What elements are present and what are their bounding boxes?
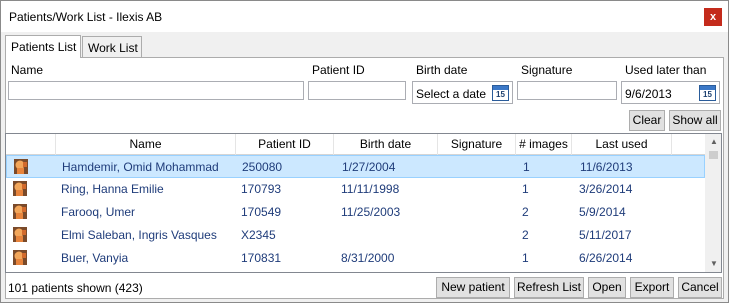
column-header-patient-id[interactable]: Patient ID xyxy=(236,134,334,155)
cell-birth-date: 1/27/2004 xyxy=(342,160,396,174)
calendar-icon[interactable]: 15 xyxy=(492,85,509,101)
window-title: Patients/Work List - Ilexis AB xyxy=(9,10,163,24)
table-header: Name Patient ID Birth date Signature # i… xyxy=(6,134,705,155)
cell-images: 1 xyxy=(522,251,529,265)
show-all-button[interactable]: Show all xyxy=(669,110,721,131)
patient-id-label: Patient ID xyxy=(312,63,365,77)
cell-images: 2 xyxy=(522,228,529,242)
used-later-than-value: 9/6/2013 xyxy=(625,87,672,101)
column-header-signature[interactable]: Signature xyxy=(438,134,516,155)
patient-xray-icon xyxy=(14,159,28,174)
column-header-images[interactable]: # images xyxy=(516,134,572,155)
table-row[interactable]: Hamdemir, Omid Mohammad 250080 1/27/2004 1 1… xyxy=(6,155,705,178)
calendar-icon[interactable]: 15 xyxy=(699,85,716,101)
refresh-list-button[interactable]: Refresh List xyxy=(514,277,584,298)
cell-patient-id: 250080 xyxy=(242,160,283,174)
tab-patients-list[interactable]: Patients List xyxy=(5,35,81,58)
scroll-thumb[interactable] xyxy=(709,151,718,159)
cell-name: Ring, Hanna Emilie xyxy=(61,182,164,196)
calendar-icon-day: 15 xyxy=(496,90,505,99)
patients-count-status: 101 patients shown (423) xyxy=(8,281,143,295)
patient-xray-icon xyxy=(13,227,27,242)
name-input[interactable] xyxy=(8,81,304,100)
cell-last-used: 5/11/2017 xyxy=(579,228,632,242)
cell-images: 1 xyxy=(523,160,530,174)
patient-xray-icon xyxy=(13,181,27,196)
used-later-than-picker[interactable]: 9/6/2013 15 xyxy=(621,81,720,104)
cancel-button[interactable]: Cancel xyxy=(678,277,722,298)
clear-button[interactable]: Clear xyxy=(629,110,665,131)
close-button[interactable]: x xyxy=(704,8,722,26)
patient-id-input[interactable] xyxy=(308,81,406,100)
scroll-down-icon[interactable]: ▼ xyxy=(706,256,721,272)
new-patient-button[interactable]: New patient xyxy=(436,277,510,298)
cell-name: Buer, Vanyia xyxy=(61,251,129,265)
calendar-icon-day: 15 xyxy=(703,90,712,99)
cell-name: Farooq, Umer xyxy=(61,205,136,219)
cell-last-used: 3/26/2014 xyxy=(579,182,633,196)
name-label: Name xyxy=(11,63,44,77)
cell-patient-id: 170831 xyxy=(241,251,282,265)
used-later-than-label: Used later than xyxy=(625,63,707,77)
tab-work-list[interactable]: Work List xyxy=(82,36,142,58)
cell-images: 1 xyxy=(522,182,529,196)
title-bar: Patients/Work List - Ilexis AB x xyxy=(1,1,728,32)
birth-date-picker[interactable]: Select a date 15 xyxy=(412,81,513,104)
cell-birth-date: 11/11/1998 xyxy=(341,182,400,196)
table-row[interactable]: Elmi Saleban, Ingris Vasques X2345 2 5/11/2… xyxy=(6,224,705,247)
column-header-name[interactable]: Name xyxy=(56,134,236,155)
patient-xray-icon xyxy=(13,250,27,265)
cell-name: Elmi Saleban, Ingris Vasques xyxy=(61,228,217,242)
cell-images: 2 xyxy=(522,205,529,219)
vertical-scrollbar[interactable]: ▲ ▼ xyxy=(705,134,721,272)
export-button[interactable]: Export xyxy=(630,277,674,298)
table-row[interactable]: Ring, Hanna Emilie 170793 11/11/1998 1 3/26/… xyxy=(6,178,705,201)
cell-last-used: 6/26/2014 xyxy=(579,251,633,265)
cell-patient-id: 170549 xyxy=(241,205,282,219)
column-header-birth-date[interactable]: Birth date xyxy=(334,134,438,155)
column-header-icon xyxy=(6,134,56,155)
table-row[interactable]: Farooq, Umer 170549 11/25/2003 2 5/9/2014 xyxy=(6,201,705,224)
patient-xray-icon xyxy=(13,204,27,219)
cell-birth-date: 11/25/2003 xyxy=(341,205,401,219)
column-header-last-used[interactable]: Last used xyxy=(572,134,672,155)
signature-label: Signature xyxy=(521,63,573,77)
scroll-up-icon[interactable]: ▲ xyxy=(706,134,721,150)
cell-patient-id: X2345 xyxy=(241,228,276,242)
open-button[interactable]: Open xyxy=(588,277,626,298)
birth-date-value: Select a date xyxy=(416,87,487,101)
birth-date-label: Birth date xyxy=(416,63,468,77)
cell-last-used: 5/9/2014 xyxy=(579,205,626,219)
patients-table: Name Patient ID Birth date Signature # i… xyxy=(5,133,722,273)
cell-birth-date: 8/31/2000 xyxy=(341,251,395,265)
cell-name: Hamdemir, Omid Mohammad xyxy=(62,160,219,174)
cell-patient-id: 170793 xyxy=(241,182,282,196)
patients-worklist-window: Patients/Work List - Ilexis AB x Patient… xyxy=(0,0,729,303)
signature-input[interactable] xyxy=(517,81,617,100)
table-row[interactable]: Buer, Vanyia 170831 8/31/2000 1 6/26/2014 xyxy=(6,247,705,270)
cell-last-used: 11/6/2013 xyxy=(580,160,633,174)
